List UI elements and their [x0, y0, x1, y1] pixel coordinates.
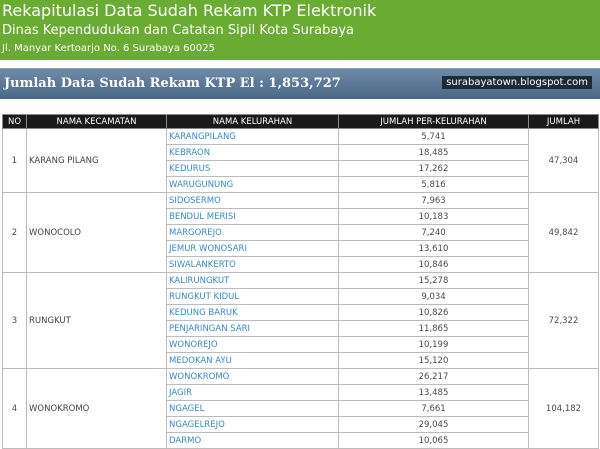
header-gap	[0, 60, 600, 68]
kelurahan-count: 7,963	[338, 192, 529, 209]
kelurahan-name: KEBRAON	[166, 144, 339, 161]
table-row: 2 WONOCOLO SIDOSERMO 7,963 49,842	[2, 192, 599, 273]
header-subtitle: Dinas Kependudukan dan Catatan Sipil Kot…	[2, 23, 355, 38]
kecamatan-name: KARANG PILANG	[26, 128, 167, 193]
kelurahan-name: SIDOSERMO	[166, 192, 339, 209]
kelurahan-count: 10,846	[338, 256, 529, 273]
kelurahan-name: SIWALANKERTO	[166, 256, 339, 273]
kelurahan-count: 18,485	[338, 144, 529, 161]
kelurahan-count: 7,661	[338, 400, 529, 417]
kelurahan-count: 5,741	[338, 128, 529, 145]
kecamatan-total: 49,842	[528, 192, 599, 273]
kelurahan-count: 7,240	[338, 224, 529, 241]
kelurahan-name: WARUGUNUNG	[166, 176, 339, 193]
kecamatan-total: 104,182	[528, 368, 599, 449]
row-number: 1	[2, 128, 27, 193]
kecamatan-name: RUNGKUT	[26, 272, 167, 369]
kelurahan-count: 26,217	[338, 368, 529, 385]
kelurahan-count: 10,826	[338, 304, 529, 321]
blog-link[interactable]: surabayatown.blogspot.com	[442, 76, 592, 89]
kelurahan-name: MEDOKAN AYU	[166, 352, 339, 369]
kelurahan-count: 17,262	[338, 160, 529, 177]
kecamatan-total: 47,304	[528, 128, 599, 193]
table-row: 4 WONOKROMO WONOKROMO 26,217 104,182	[2, 368, 599, 449]
kelurahan-count: 10,199	[338, 336, 529, 353]
row-number: 2	[2, 192, 27, 273]
header-jumlah: JUMLAH	[528, 114, 599, 129]
kelurahan-count: 29,045	[338, 416, 529, 433]
kelurahan-name: KEDURUS	[166, 160, 339, 177]
kelurahan-name: NGAGEL	[166, 400, 339, 417]
header-kecamatan: NAMA KECAMATAN	[26, 114, 167, 129]
kelurahan-count: 15,278	[338, 272, 529, 289]
header-kelurahan: NAMA KELURAHAN	[166, 114, 339, 129]
data-table: NO NAMA KECAMATAN NAMA KELURAHAN JUMLAH …	[2, 114, 599, 449]
table-row: 3 RUNGKUT KALIRUNGKUT 15,278 72,322	[2, 272, 599, 369]
table-body: 1 KARANG PILANG KARANGPILANG 5,741 47,304 KEB…	[2, 128, 599, 449]
header-title: Rekapitulasi Data Sudah Rekam KTP Elektr…	[2, 1, 377, 20]
kelurahan-name: KARANGPILANG	[166, 128, 339, 145]
kelurahan-name: PENJARINGAN SARI	[166, 320, 339, 337]
kelurahan-name: KEDUNG BARUK	[166, 304, 339, 321]
kelurahan-name: JAGIR	[166, 384, 339, 401]
kelurahan-name: WONOKROMO	[166, 368, 339, 385]
table-row: 1 KARANG PILANG KARANGPILANG 5,741 47,304	[2, 128, 599, 193]
banner-title: Jumlah Data Sudah Rekam KTP El : 1,853,7…	[4, 76, 341, 91]
kelurahan-name: BENDUL MERISI	[166, 208, 339, 225]
header-jumlah-kelurahan: JUMLAH PER-KELURAHAN	[338, 114, 529, 129]
kelurahan-count: 5,816	[338, 176, 529, 193]
summary-banner: Jumlah Data Sudah Rekam KTP El : 1,853,7…	[0, 68, 600, 99]
banner-spacer	[0, 99, 600, 114]
kecamatan-name: WONOKROMO	[26, 368, 167, 449]
kelurahan-count: 13,610	[338, 240, 529, 257]
kelurahan-name: RUNGKUT KIDUL	[166, 288, 339, 305]
header-no: NO	[2, 114, 27, 129]
row-number: 3	[2, 272, 27, 369]
kelurahan-name: MARGOREJO	[166, 224, 339, 241]
kelurahan-count: 11,865	[338, 320, 529, 337]
kecamatan-name: WONOCOLO	[26, 192, 167, 273]
kelurahan-name: KALIRUNGKUT	[166, 272, 339, 289]
kelurahan-count: 15,120	[338, 352, 529, 369]
kelurahan-count: 13,485	[338, 384, 529, 401]
kelurahan-name: JEMUR WONOSARI	[166, 240, 339, 257]
kelurahan-name: DARMO	[166, 432, 339, 449]
row-number: 4	[2, 368, 27, 449]
kecamatan-total: 72,322	[528, 272, 599, 369]
kelurahan-count: 10,065	[338, 432, 529, 449]
page-header: Rekapitulasi Data Sudah Rekam KTP Elektr…	[0, 0, 600, 60]
table-header-row: NO NAMA KECAMATAN NAMA KELURAHAN JUMLAH …	[2, 114, 599, 129]
kelurahan-count: 10,183	[338, 208, 529, 225]
kelurahan-name: WONOREJO	[166, 336, 339, 353]
kelurahan-name: NGAGELREJO	[166, 416, 339, 433]
kelurahan-count: 9,034	[338, 288, 529, 305]
header-address: Jl. Manyar Kertoarjo No. 6 Surabaya 6002…	[2, 43, 215, 54]
